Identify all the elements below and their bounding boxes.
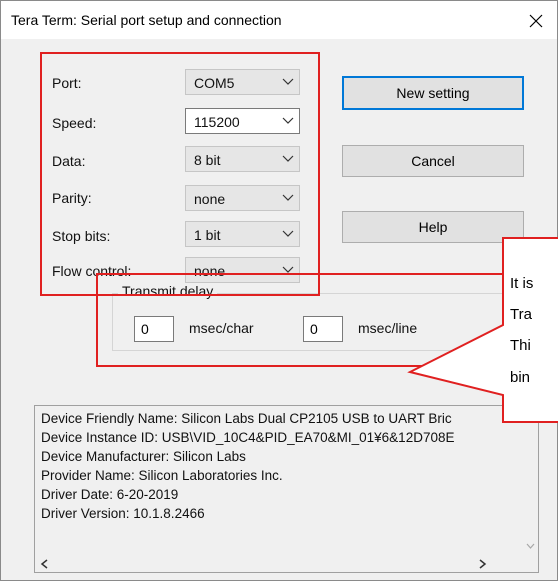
scroll-left-icon[interactable]: [39, 558, 51, 570]
scroll-down-icon: [526, 543, 535, 549]
new-setting-button[interactable]: New setting: [342, 76, 524, 110]
title-bar: Tera Term: Serial port setup and connect…: [1, 1, 557, 39]
transmit-delay-title: Transmit delay: [118, 283, 218, 299]
line-delay-unit: msec/line: [358, 320, 418, 336]
help-button[interactable]: Help: [342, 211, 524, 243]
chevron-down-icon: [282, 78, 294, 85]
chevron-down-icon: [282, 155, 294, 162]
data-select[interactable]: 8 bit: [185, 146, 300, 172]
vertical-scrollbar[interactable]: [522, 406, 539, 554]
parity-label: Parity:: [52, 190, 92, 206]
close-icon[interactable]: [522, 7, 550, 35]
callout-line: It is: [510, 275, 534, 292]
device-info-line: Device Instance ID: USB\VID_10C4&PID_EA7…: [41, 430, 455, 445]
device-info-line: Provider Name: Silicon Laboratories Inc.: [41, 468, 283, 483]
callout-line: bin: [510, 369, 531, 386]
line-delay-input[interactable]: [303, 316, 343, 342]
parity-select[interactable]: none: [185, 185, 300, 211]
device-info-line: Device Friendly Name: Silicon Labs Dual …: [41, 411, 452, 426]
device-info-line: Driver Date: 6-20-2019: [41, 487, 179, 502]
parity-value: none: [194, 191, 226, 207]
stop-bits-label: Stop bits:: [52, 228, 111, 244]
speed-label: Speed:: [52, 115, 97, 131]
chevron-down-icon: [282, 230, 294, 237]
chevron-down-icon: [282, 194, 294, 201]
speed-value: 115200: [194, 114, 240, 130]
data-value: 8 bit: [194, 152, 221, 168]
flow-control-label: Flow control:: [52, 263, 132, 279]
callout-line: Tra: [510, 306, 532, 323]
chevron-down-icon: [282, 266, 294, 273]
data-label: Data:: [52, 153, 86, 169]
port-label: Port:: [52, 75, 82, 91]
device-info-line: Device Manufacturer: Silicon Labs: [41, 449, 246, 464]
port-select[interactable]: COM5: [185, 69, 300, 95]
flow-control-select[interactable]: none: [185, 257, 300, 283]
chevron-down-icon: [282, 117, 294, 124]
horizontal-scrollbar[interactable]: [35, 554, 522, 572]
device-info-line: Driver Version: 10.1.8.2466: [41, 506, 205, 521]
cancel-button[interactable]: Cancel: [342, 145, 524, 177]
port-value: COM5: [194, 75, 235, 91]
flow-control-value: none: [194, 263, 226, 279]
scroll-up-icon: [526, 411, 535, 417]
speed-select[interactable]: 115200: [185, 108, 300, 134]
callout-line: Thi: [510, 337, 531, 354]
char-delay-unit: msec/char: [189, 320, 254, 336]
stop-bits-select[interactable]: 1 bit: [185, 221, 300, 247]
char-delay-input[interactable]: [134, 316, 174, 342]
window-title: Tera Term: Serial port setup and connect…: [11, 12, 282, 28]
stop-bits-value: 1 bit: [194, 227, 221, 243]
scroll-right-icon[interactable]: [476, 558, 488, 570]
device-info-box[interactable]: Device Friendly Name: Silicon Labs Dual …: [34, 405, 539, 573]
